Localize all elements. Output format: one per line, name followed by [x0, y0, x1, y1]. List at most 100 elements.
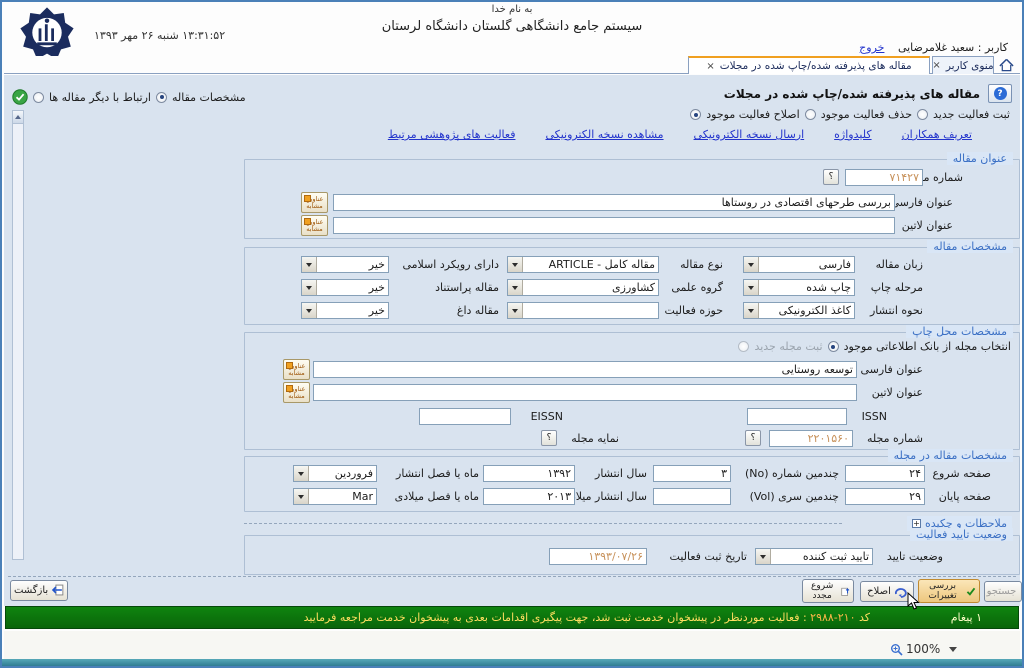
link-send-ecopy[interactable]: ارسال نسخه الکترونیکی	[694, 128, 805, 141]
search-button: جستجو	[984, 581, 1022, 602]
end-page-field[interactable]: ۲۹	[845, 488, 925, 505]
issn-field[interactable]	[747, 408, 847, 425]
field-label: صفحه شروع	[932, 467, 991, 480]
gregorian-month-select[interactable]: Mar	[293, 488, 377, 505]
journal-fa-title-field[interactable]: توسعه روستایی	[313, 361, 857, 378]
header: به نام خدا سیستم جامع دانشگاهی گلستان دا…	[2, 2, 1022, 54]
chevron-down-icon	[744, 257, 759, 272]
journal-source-radios: انتخاب مجله از بانک اطلاعاتی موجود ثبت م…	[738, 340, 1011, 353]
radio-edit-activity[interactable]	[690, 109, 701, 120]
tab-articles[interactable]: مقاله های پذیرفته شده/چاپ شده در مجلات ×	[688, 56, 930, 74]
fa-title-field[interactable]: بررسی طرحهای اقتصادی در روستاها	[333, 194, 895, 211]
publish-month-select[interactable]: فروردین	[293, 465, 377, 482]
publish-method-select[interactable]: کاغذ الکترونیکی	[743, 302, 855, 319]
field-label: نحوه انتشار	[870, 304, 923, 317]
mode-label: حذف فعالیت موجود	[821, 108, 912, 121]
field-label: نوع مقاله	[680, 258, 723, 271]
divider	[8, 576, 1016, 577]
fieldset-approval-status: وضعیت تایید فعالیت وضعیت تایید تایید ثبت…	[244, 535, 1020, 575]
message-count-badge[interactable]: ۱ پیغام	[951, 611, 982, 624]
chevron-down-icon	[508, 280, 523, 295]
home-icon[interactable]	[999, 58, 1014, 72]
article-no-lookup-button[interactable]: ؟	[823, 169, 839, 185]
tab-close-icon[interactable]: ×	[706, 61, 714, 72]
registration-date-field[interactable]: ۱۳۹۳/۰۷/۲۶	[549, 548, 647, 565]
la-title-field[interactable]	[333, 217, 895, 234]
publish-year-field[interactable]: ۱۳۹۲	[483, 465, 575, 482]
radio-new-activity[interactable]	[917, 109, 928, 120]
bismillah-text: به نام خدا	[2, 4, 1022, 15]
chevron-down-icon	[508, 303, 523, 318]
article-type-select[interactable]: مقاله کامل - ARTICLE	[507, 256, 659, 273]
chevron-down-icon	[302, 303, 317, 318]
similar-titles-button[interactable]: عناوین مشابه	[283, 359, 310, 380]
language-select[interactable]: فارسی	[743, 256, 855, 273]
chevron-down-icon	[302, 257, 317, 272]
edit-button[interactable]: اصلاح	[860, 581, 914, 602]
radio-delete-activity[interactable]	[805, 109, 816, 120]
radio-new-journal	[738, 341, 749, 352]
field-label: ماه یا فصل انتشار	[396, 467, 479, 480]
window-bottom-edge	[2, 659, 1022, 666]
back-button[interactable]: بازگشت	[10, 580, 68, 601]
left-scrollbar[interactable]	[12, 110, 24, 560]
page-title: مقاله های پذیرفته شده/چاپ شده در مجلات	[724, 87, 980, 101]
mode-radio-group: ثبت فعالیت جدید حذف فعالیت موجود اصلاح ف…	[690, 108, 1010, 121]
view-option-label: مشخصات مقاله	[172, 91, 246, 104]
zoom-control[interactable]: 100%	[890, 642, 957, 656]
volume-no-field[interactable]	[653, 488, 731, 505]
radio-article-specs[interactable]	[156, 92, 167, 103]
highly-cited-select[interactable]: خیر	[301, 279, 389, 296]
radio-related-articles[interactable]	[33, 92, 44, 103]
chevron-down-icon	[756, 549, 771, 564]
journal-no-field[interactable]: ۲۲۰۱۵۶۰	[769, 430, 853, 447]
chevron-down-icon[interactable]	[949, 647, 957, 652]
activity-field-select[interactable]	[507, 302, 659, 319]
tab-articles-label: مقاله های پذیرفته شده/چاپ شده در مجلات	[720, 60, 912, 72]
link-keywords[interactable]: کلیدواژه	[834, 128, 871, 141]
gregorian-year-field[interactable]: ۲۰۱۳	[483, 488, 575, 505]
chevron-down-icon	[294, 466, 309, 481]
approve-status-select[interactable]: تایید ثبت کننده	[755, 548, 873, 565]
chevron-down-icon	[302, 280, 317, 295]
restart-button[interactable]: شروع مجدد	[802, 579, 854, 603]
radio-existing-journal[interactable]	[828, 341, 839, 352]
fa-title-label: عنوان فارسی	[890, 196, 953, 209]
approve-status-label: وضعیت تایید	[887, 550, 943, 563]
app-window: به نام خدا سیستم جامع دانشگاهی گلستان دا…	[0, 0, 1024, 668]
fieldset-legend: عنوان مقاله	[947, 152, 1013, 165]
hot-article-select[interactable]: خیر	[301, 302, 389, 319]
similar-titles-button[interactable]: عناوین مشابه	[283, 382, 310, 403]
user-label: کاربر : سعید غلامرضایی	[898, 41, 1008, 54]
print-stage-select[interactable]: چاپ شده	[743, 279, 855, 296]
link-define-coauthors[interactable]: تعریف همکاران	[902, 128, 972, 141]
journal-no-lookup-button[interactable]: ؟	[745, 430, 761, 446]
similar-titles-button[interactable]: عناوین مشابه	[301, 215, 328, 236]
tab-close-icon[interactable]: ×	[932, 60, 940, 71]
logout-link[interactable]: خروج	[859, 41, 884, 54]
scroll-up-button[interactable]	[13, 111, 23, 124]
datetime-text: ۱۳:۳۱:۵۲ شنبه ۲۶ مهر ۱۳۹۳	[94, 29, 225, 42]
link-related-research[interactable]: فعالیت های پژوهشی مرتبط	[388, 128, 516, 141]
journal-index-lookup-button[interactable]: ؟	[541, 430, 557, 446]
issue-no-field[interactable]: ۳	[653, 465, 731, 482]
start-page-field[interactable]: ۲۴	[845, 465, 925, 482]
expand-plus-icon[interactable]: +	[912, 519, 921, 528]
fieldset-legend: مشخصات محل چاپ	[906, 325, 1013, 338]
science-group-select[interactable]: کشاورزی	[507, 279, 659, 296]
field-label: سال انتشار	[595, 467, 647, 480]
eissn-field[interactable]	[419, 408, 511, 425]
link-view-ecopy[interactable]: مشاهده نسخه الکترونیکی	[545, 128, 663, 141]
message-code: ۲۹۸۸-۲۱۰	[810, 611, 855, 624]
tab-bar: مقاله های پذیرفته شده/چاپ شده در مجلات ×…	[4, 56, 1020, 74]
tab-user-menu[interactable]: منوی کاربر ×	[932, 56, 994, 74]
help-button[interactable]: ?	[988, 84, 1012, 103]
article-no-field[interactable]: ۷۱۴۲۷	[845, 169, 923, 186]
similar-titles-button[interactable]: عناوین مشابه	[301, 192, 328, 213]
islamic-approach-select[interactable]: خیر	[301, 256, 389, 273]
journal-la-title-field[interactable]	[313, 384, 857, 401]
check-changes-button[interactable]: بررسی تغییرات	[918, 579, 980, 603]
journal-fa-title-label: عنوان فارسی	[860, 363, 923, 376]
field-label: مرحله چاپ	[871, 281, 923, 294]
main-content: ? مقاله های پذیرفته شده/چاپ شده در مجلات…	[4, 75, 1020, 606]
